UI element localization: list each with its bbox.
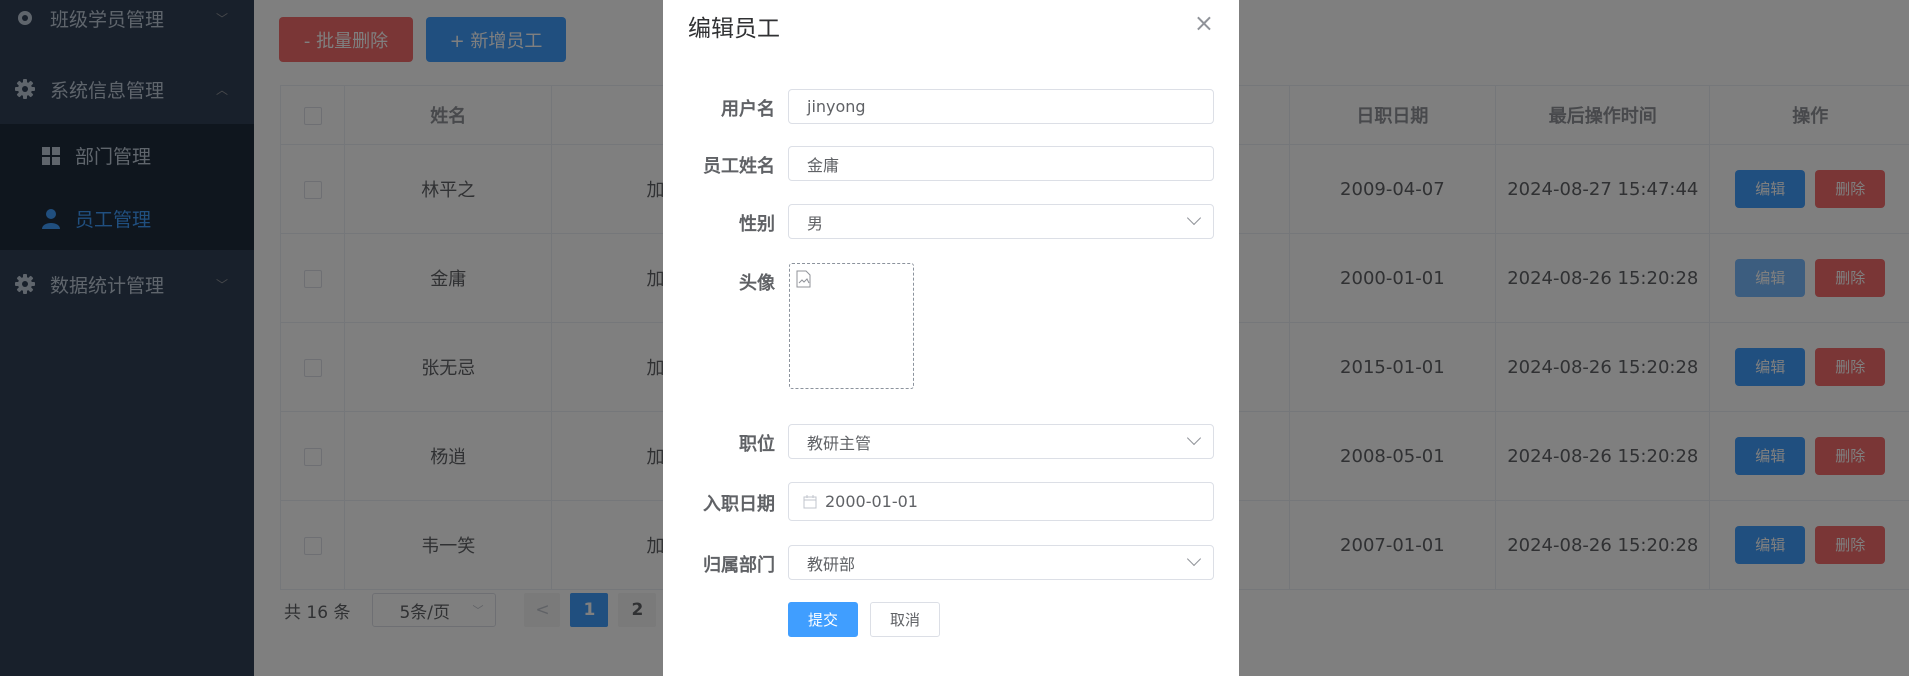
dialog-title: 编辑员工: [688, 16, 780, 42]
entry-date-value: 2000-01-01: [825, 492, 918, 511]
calendar-icon: [803, 494, 817, 509]
username-value: jinyong: [807, 97, 866, 116]
avatar-uploader[interactable]: [789, 263, 914, 389]
chevron-down-icon: [1186, 551, 1202, 567]
dept-label: 归属部门: [703, 555, 775, 576]
job-label: 职位: [739, 434, 775, 455]
entry-date-label: 入职日期: [703, 494, 775, 515]
broken-image-icon: [796, 270, 812, 292]
gender-label: 性别: [739, 214, 775, 235]
name-input[interactable]: 金庸: [788, 146, 1214, 181]
edit-employee-dialog: 编辑员工 × 用户名 jinyong 员工姓名 金庸 性别 男 头像 职位 教研…: [663, 0, 1239, 676]
entry-date-picker[interactable]: 2000-01-01: [788, 482, 1214, 521]
dept-value: 教研部: [807, 554, 856, 574]
dept-select[interactable]: 教研部: [788, 545, 1214, 580]
submit-button[interactable]: 提交: [788, 602, 858, 637]
gender-select[interactable]: 男: [788, 204, 1214, 239]
gender-value: 男: [807, 213, 824, 233]
name-label: 员工姓名: [703, 156, 775, 177]
chevron-down-icon: [1186, 430, 1202, 446]
name-value: 金庸: [807, 155, 840, 175]
username-input[interactable]: jinyong: [788, 89, 1214, 124]
close-icon[interactable]: ×: [1194, 9, 1214, 37]
avatar-label: 头像: [739, 273, 775, 294]
cancel-button[interactable]: 取消: [870, 602, 940, 637]
job-select[interactable]: 教研主管: [788, 424, 1214, 459]
username-label: 用户名: [721, 99, 775, 120]
chevron-down-icon: [1186, 210, 1202, 226]
job-value: 教研主管: [807, 433, 872, 453]
